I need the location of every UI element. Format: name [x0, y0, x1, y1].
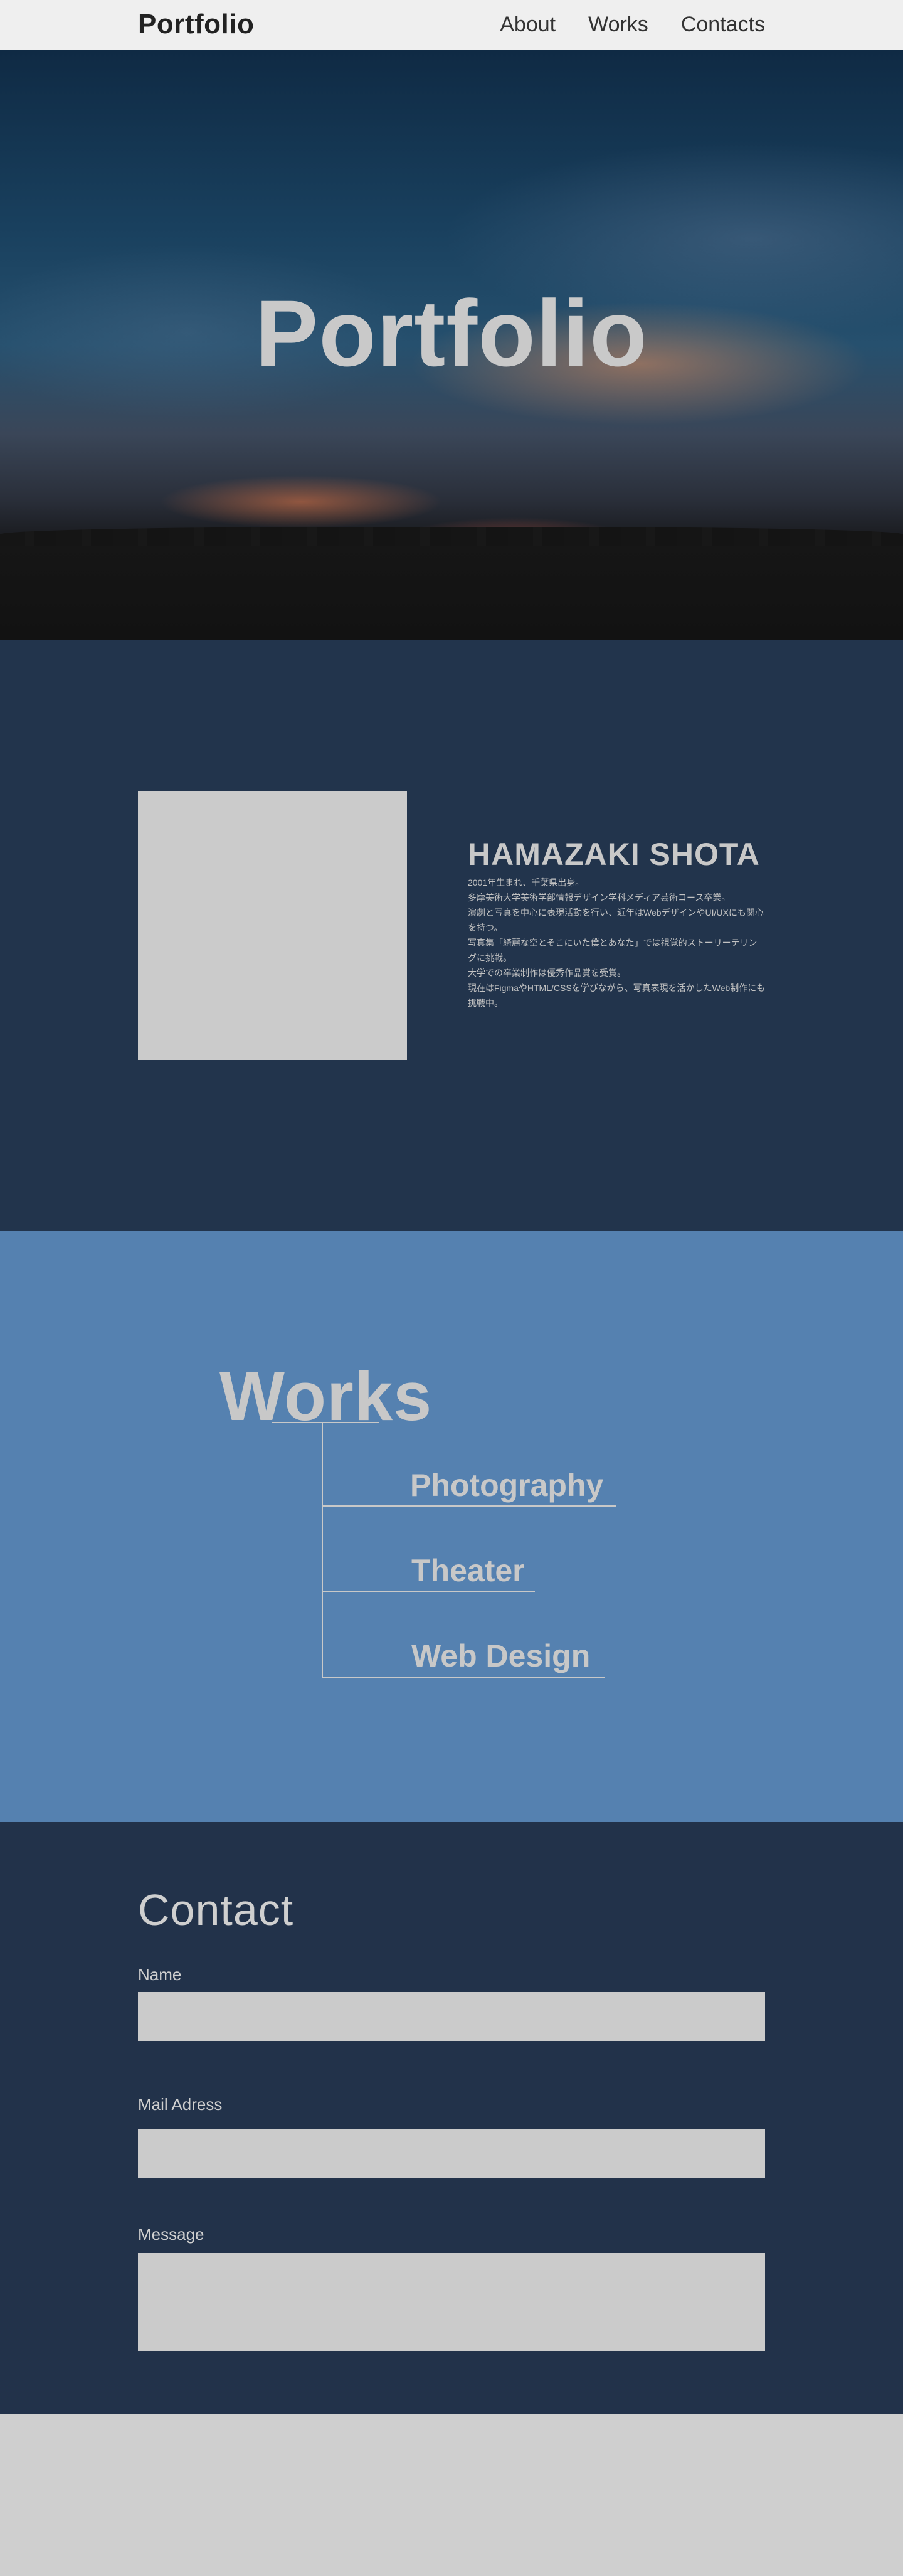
- works-title: Works: [219, 1358, 433, 1435]
- contact-title: Contact: [138, 1885, 294, 1934]
- mail-input[interactable]: [138, 2129, 765, 2178]
- bio-line: 写真集「綺麗な空とそこにいた僕とあなた」では視覚的ストーリーテリン: [468, 938, 758, 948]
- nav-about-link[interactable]: About: [500, 13, 556, 37]
- bio-line: 大学での卒業制作は優秀作品賞を受賞。: [468, 968, 626, 978]
- profile-photo-placeholder: [138, 791, 407, 1060]
- page: Portfolio About Works Contacts Portfolio…: [0, 0, 903, 2576]
- hero-title: Portfolio: [255, 280, 648, 386]
- about-section: HAMAZAKI SHOTA 2001年生まれ、千葉県出身。 多摩美術大学美術学…: [0, 640, 903, 1231]
- works-branch-line: [322, 1591, 535, 1592]
- site-footer: [0, 2414, 903, 2576]
- bio-line: 演劇と写真を中心に表現活動を行い、近年はWebデザインやUI/UXにも関心: [468, 908, 764, 918]
- works-title-underline: [272, 1422, 379, 1423]
- profile-name: HAMAZAKI SHOTA: [468, 837, 760, 872]
- bio-line: 挑戦中。: [468, 998, 503, 1008]
- contact-section: Contact Name Mail Adress Message: [0, 1822, 903, 2414]
- message-label: Message: [138, 2225, 204, 2244]
- works-photography-link[interactable]: Photography: [410, 1467, 603, 1503]
- works-branch-line: [322, 1677, 605, 1678]
- bio-line: 2001年生まれ、千葉県出身。: [468, 877, 584, 888]
- site-header: Portfolio About Works Contacts: [0, 0, 903, 50]
- works-branch-line: [322, 1505, 616, 1507]
- name-label: Name: [138, 1965, 182, 1984]
- bio-line: 現在はFigmaやHTML/CSSを学びながら、写真表現を活かしたWeb制作にも: [468, 983, 766, 993]
- name-input[interactable]: [138, 1992, 765, 2041]
- works-section: Works Photography Theater Web Design: [0, 1231, 903, 1822]
- bio-line: 多摩美術大学美術学部情報デザイン学科メディア芸術コース卒業。: [468, 893, 731, 903]
- nav-works-link[interactable]: Works: [588, 13, 648, 37]
- works-theater-link[interactable]: Theater: [411, 1552, 525, 1589]
- site-logo[interactable]: Portfolio: [138, 9, 254, 40]
- works-web-design-link[interactable]: Web Design: [411, 1638, 590, 1674]
- nav-contacts-link[interactable]: Contacts: [681, 13, 765, 37]
- main-nav: About Works Contacts: [500, 13, 765, 37]
- works-tree-trunk: [322, 1422, 323, 1678]
- hero-horizon: [0, 527, 903, 640]
- bio-line: グに挑戦。: [468, 953, 512, 963]
- hero-section: Portfolio: [0, 50, 903, 640]
- message-textarea[interactable]: [138, 2253, 765, 2351]
- profile-bio: 2001年生まれ、千葉県出身。 多摩美術大学美術学部情報デザイン学科メディア芸術…: [468, 875, 768, 1010]
- mail-label: Mail Adress: [138, 2095, 223, 2114]
- bio-line: を持つ。: [468, 923, 503, 933]
